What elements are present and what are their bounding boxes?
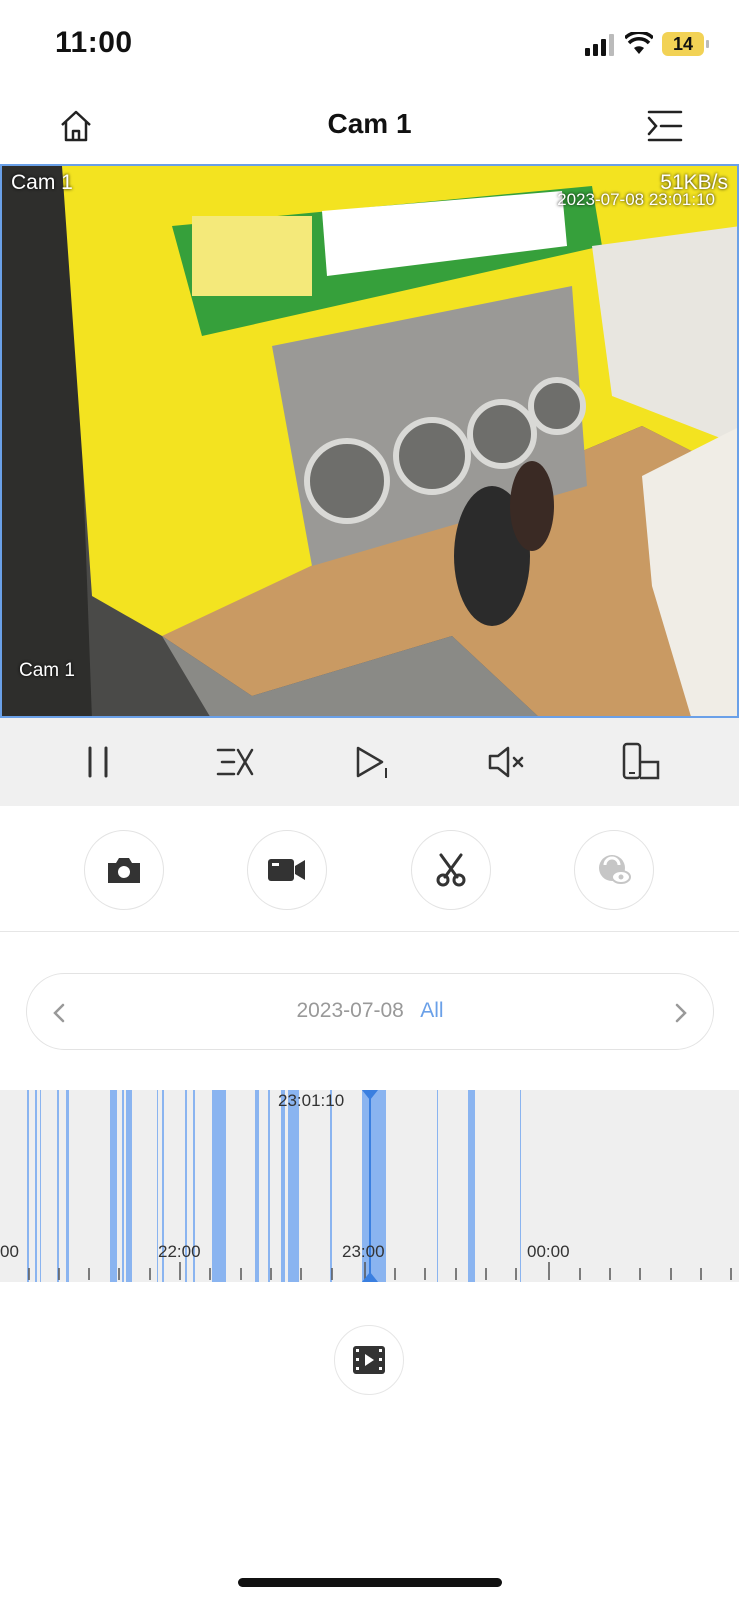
playback-timeline[interactable]: 23:01:10 00 22:00 23:00 00:00 xyxy=(0,1090,739,1282)
mute-icon[interactable] xyxy=(484,740,528,784)
battery-icon: 14 xyxy=(662,32,709,56)
recordings-list-button[interactable] xyxy=(334,1325,404,1395)
channel-label-bottom: Cam 1 xyxy=(19,660,75,681)
scissors-icon xyxy=(436,853,466,887)
next-day-icon[interactable] xyxy=(671,1001,691,1025)
privacy-mask-button[interactable] xyxy=(574,830,654,910)
page-title: Cam 1 xyxy=(327,108,412,139)
home-indicator[interactable] xyxy=(238,1578,502,1587)
record-button[interactable] xyxy=(247,830,327,910)
recording-segments xyxy=(27,1090,521,1282)
snapshot-button[interactable] xyxy=(84,830,164,910)
video-player[interactable]: Cam 1 51KB/s 2023-07-08 23:01:10 Cam 1 xyxy=(0,164,739,718)
rotate-screen-icon[interactable] xyxy=(620,740,664,784)
date-display[interactable]: 2023-07-08 All xyxy=(27,999,713,1023)
wifi-icon xyxy=(625,32,653,54)
clip-button[interactable] xyxy=(411,830,491,910)
record-type-filter[interactable]: All xyxy=(420,999,443,1022)
cellular-signal-icon xyxy=(585,34,614,56)
single-frame-play-icon[interactable] xyxy=(348,740,392,784)
status-time: 11:00 xyxy=(55,26,133,59)
film-icon xyxy=(353,1346,385,1374)
view-mask-icon xyxy=(599,855,631,884)
channel-list-icon[interactable] xyxy=(645,108,685,144)
channel-label-top: Cam 1 xyxy=(11,171,73,194)
pause-icon[interactable] xyxy=(76,740,120,784)
action-buttons xyxy=(0,806,739,932)
timeline-label-0: 00 xyxy=(0,1242,19,1261)
timeline-label-3: 00:00 xyxy=(527,1242,570,1261)
status-bar: 11:00 14 xyxy=(0,0,739,84)
selected-date: 2023-07-08 xyxy=(296,999,404,1022)
video-camera-icon xyxy=(268,859,305,881)
camera-icon xyxy=(108,858,140,883)
date-selector: 2023-07-08 All xyxy=(26,973,714,1050)
current-time-label: 23:01:10 xyxy=(278,1091,345,1110)
nav-header: Cam 1 xyxy=(0,84,739,164)
timeline-label-1: 22:00 xyxy=(158,1242,201,1261)
timeline-label-2: 23:00 xyxy=(342,1242,385,1261)
playback-speed-icon[interactable] xyxy=(212,740,256,784)
camera-feed-image xyxy=(2,166,737,716)
playback-controls xyxy=(0,718,739,806)
video-timestamp: 2023-07-08 23:01:10 xyxy=(557,190,715,209)
